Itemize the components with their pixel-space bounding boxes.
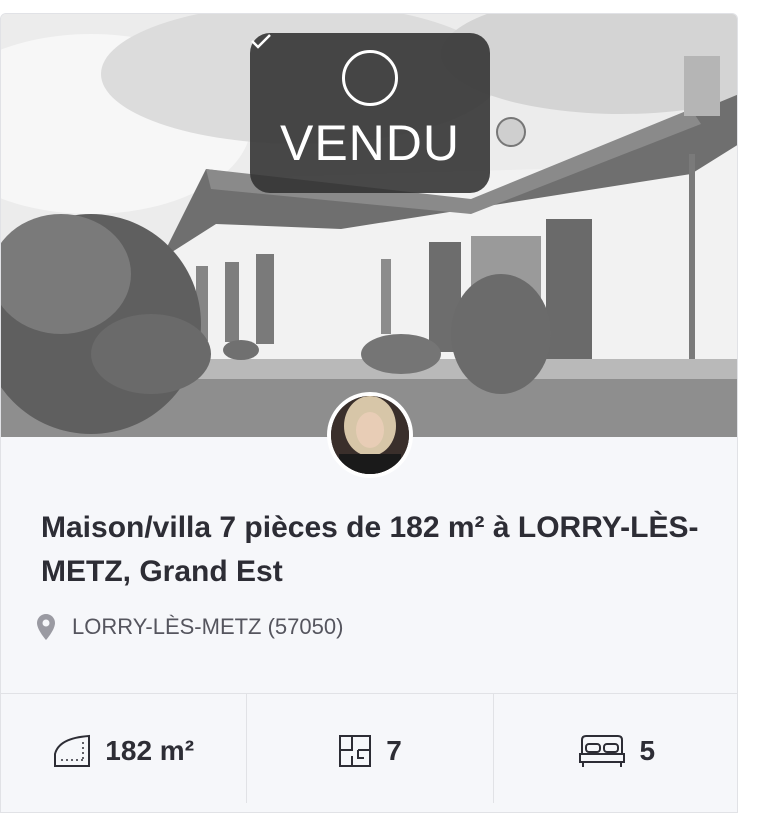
property-photo[interactable]: VENDU [1,14,737,437]
stat-bedrooms: 5 [494,694,737,803]
location-text: LORRY-LÈS-METZ (57050) [72,614,344,639]
listing-card[interactable]: VENDU Maison/villa 7 pièces de 182 m² à … [0,13,738,813]
check-circle-icon [251,34,398,106]
bed-icon [578,735,625,767]
map-pin-icon [37,614,55,640]
stat-surface: 182 m² [1,694,248,803]
rooms-value: 7 [386,735,402,766]
sold-badge: VENDU [250,33,490,193]
surface-area-icon [54,734,91,767]
stat-rooms: 7 [247,694,494,803]
bedrooms-value: 5 [639,735,656,766]
listing-title[interactable]: Maison/villa 7 pièces de 182 m² à LORRY-… [41,506,701,594]
surface-value: 182 m² [105,735,195,766]
sold-label: VENDU [279,115,461,171]
floor-plan-icon [339,735,372,767]
agent-avatar[interactable] [327,392,413,478]
listing-location: LORRY-LÈS-METZ (57050) [37,614,343,640]
listing-stats: 182 m² 7 5 [1,693,737,803]
